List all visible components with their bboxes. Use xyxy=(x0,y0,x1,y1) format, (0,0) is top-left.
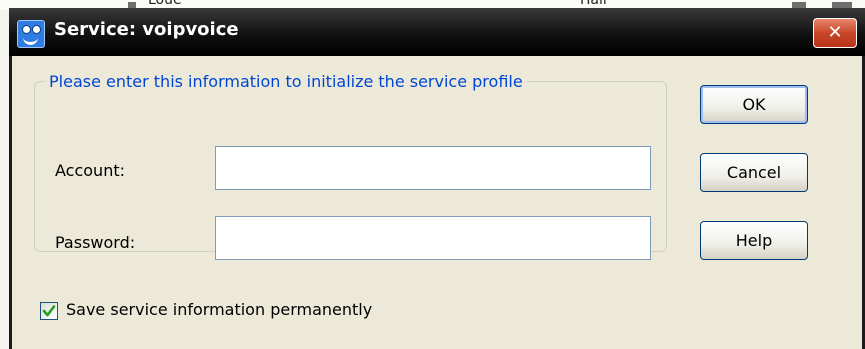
background-text-right: ITali xyxy=(580,0,607,8)
app-icon-eye xyxy=(32,25,41,34)
service-dialog: Service: voipvoice ✕ Please enter this i… xyxy=(9,8,865,349)
save-permanently-checkbox[interactable] xyxy=(40,302,58,320)
app-icon xyxy=(17,20,45,48)
app-icon-mouth xyxy=(23,37,38,45)
group-legend: Please enter this information to initial… xyxy=(49,72,523,91)
title-bar[interactable]: Service: voipvoice ✕ xyxy=(9,8,865,56)
app-icon-eye xyxy=(22,25,31,34)
password-input[interactable] xyxy=(215,216,651,260)
checkmark-icon xyxy=(42,305,56,317)
help-button[interactable]: Help xyxy=(700,221,808,260)
window-border-left xyxy=(9,56,12,349)
close-icon: ✕ xyxy=(827,22,843,43)
cancel-button[interactable]: Cancel xyxy=(700,153,808,192)
service-profile-group: Please enter this information to initial… xyxy=(34,72,667,260)
dialog-body: Please enter this information to initial… xyxy=(12,56,862,349)
close-button[interactable]: ✕ xyxy=(813,18,857,48)
ok-button[interactable]: OK xyxy=(700,85,808,124)
account-input[interactable] xyxy=(215,146,651,190)
background-text-left: Loue xyxy=(148,0,182,8)
save-permanently-label[interactable]: Save service information permanently xyxy=(66,300,372,319)
window-title: Service: voipvoice xyxy=(54,19,239,40)
account-label: Account: xyxy=(55,161,125,180)
password-label: Password: xyxy=(55,233,136,252)
